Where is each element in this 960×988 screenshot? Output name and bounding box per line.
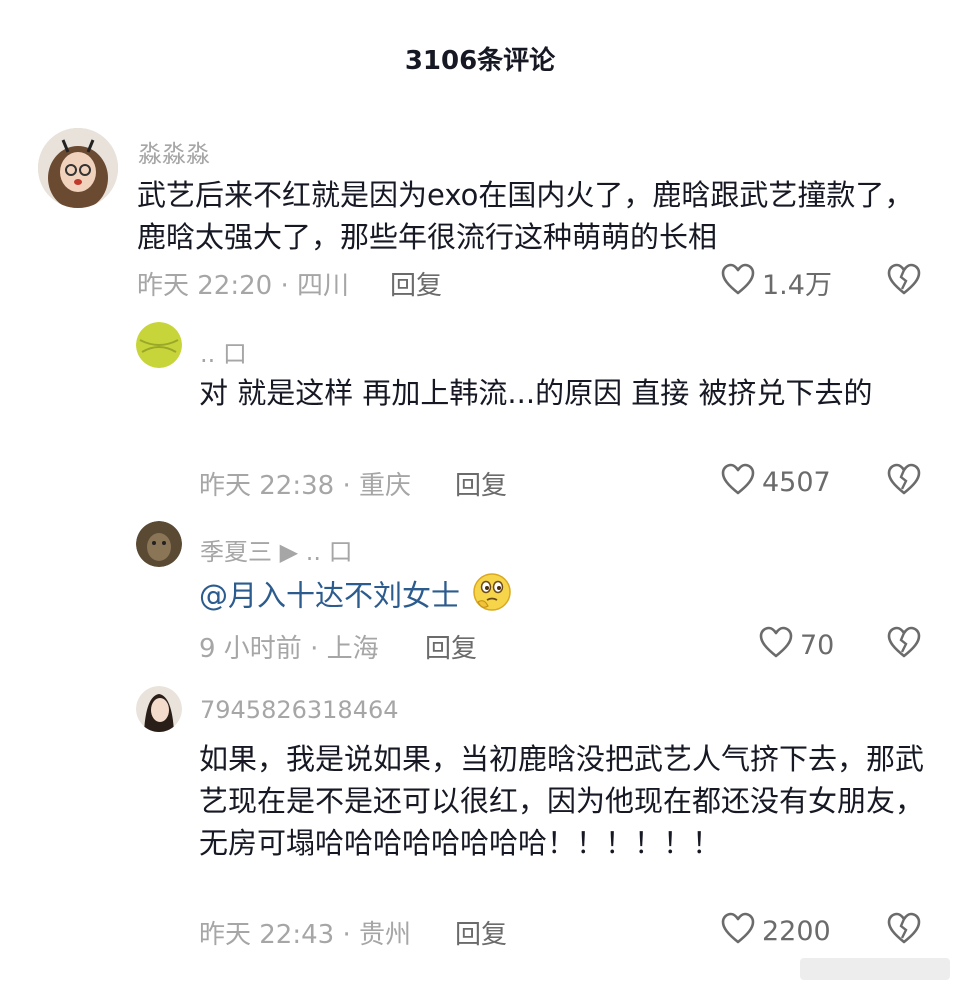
like-count: 2200 (762, 916, 831, 947)
reply-button[interactable]: 回复 (455, 914, 507, 951)
dislike-button[interactable] (886, 911, 922, 949)
watermark (800, 958, 950, 980)
comment-text: 如果，我是说如果，当初鹿晗没把武艺人气挤下去，那武艺现在是不是还可以很红，因为他… (199, 742, 925, 860)
broken-heart-icon (886, 912, 922, 949)
like-button[interactable]: 2200 (720, 911, 831, 952)
heart-outline-icon (720, 911, 762, 952)
avatar[interactable] (136, 686, 182, 732)
comment-username[interactable]: 7945826318464 (200, 696, 399, 724)
reply-item: 7945826318464 如果，我是说如果，当初鹿晗没把武艺人气挤下去，那武艺… (0, 0, 960, 988)
comment-meta: 昨天 22:43 · 贵州 (199, 920, 411, 950)
